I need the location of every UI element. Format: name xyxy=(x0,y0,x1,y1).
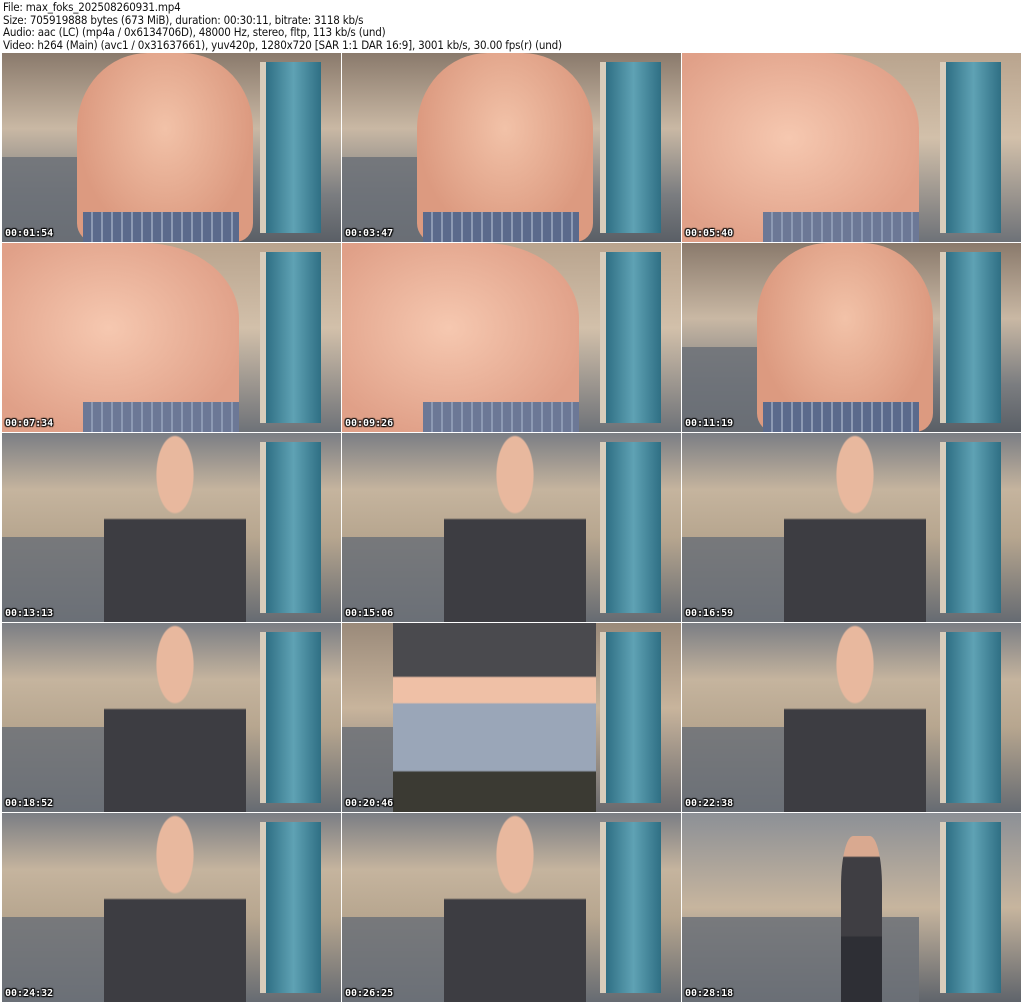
timestamp: 00:01:54 xyxy=(5,228,54,239)
timestamp: 00:26:25 xyxy=(345,988,394,999)
video-thumbnail: 00:20:46 xyxy=(342,623,681,812)
timestamp: 00:22:38 xyxy=(685,798,734,809)
video-thumbnail: 00:15:06 xyxy=(342,433,681,622)
timestamp: 00:13:13 xyxy=(5,608,54,619)
window-curtain xyxy=(600,252,661,423)
clothing xyxy=(423,211,580,242)
video-thumbnail: 00:18:52 xyxy=(2,623,341,812)
window-curtain xyxy=(940,632,1001,803)
clothing xyxy=(83,401,240,432)
person-figure xyxy=(103,813,247,1002)
person-figure xyxy=(783,623,927,812)
video-thumbnail: 00:09:26 xyxy=(342,243,681,432)
video-thumbnail: 00:28:18 xyxy=(682,813,1021,1002)
window-curtain xyxy=(260,442,321,613)
clothing xyxy=(763,401,920,432)
person-figure xyxy=(783,433,927,622)
file-info-header: File: max_foks_202508260931.mp4 Size: 70… xyxy=(3,1,562,51)
window-curtain xyxy=(940,442,1001,613)
video-thumbnail: 00:05:40 xyxy=(682,53,1021,242)
clothing xyxy=(83,211,240,242)
timestamp: 00:24:32 xyxy=(5,988,54,999)
video-thumbnail: 00:16:59 xyxy=(682,433,1021,622)
timestamp: 00:15:06 xyxy=(345,608,394,619)
person-figure xyxy=(443,433,587,622)
timestamp: 00:05:40 xyxy=(685,228,734,239)
video-thumbnail: 00:01:54 xyxy=(2,53,341,242)
person-figure xyxy=(443,813,587,1002)
timestamp: 00:11:19 xyxy=(685,418,734,429)
video-thumbnail: 00:03:47 xyxy=(342,53,681,242)
timestamp: 00:07:34 xyxy=(5,418,54,429)
window-curtain xyxy=(260,62,321,233)
window-curtain xyxy=(600,632,661,803)
window-curtain xyxy=(260,252,321,423)
timestamp: 00:28:18 xyxy=(685,988,734,999)
video-info: Video: h264 (Main) (avc1 / 0x31637661), … xyxy=(3,37,562,52)
window-curtain xyxy=(940,252,1001,423)
video-thumbnail: 00:24:32 xyxy=(2,813,341,1002)
person-figure xyxy=(103,433,247,622)
timestamp: 00:18:52 xyxy=(5,798,54,809)
person-figure xyxy=(103,623,247,812)
audio-info: Audio: aac (LC) (mp4a / 0x6134706D), 480… xyxy=(3,25,386,40)
clothing xyxy=(423,401,580,432)
window-curtain xyxy=(600,62,661,233)
timestamp: 00:20:46 xyxy=(345,798,394,809)
window-curtain xyxy=(260,632,321,803)
person-figure xyxy=(841,835,882,1002)
window-curtain xyxy=(600,442,661,613)
video-thumbnail: 00:07:34 xyxy=(2,243,341,432)
person-figure xyxy=(392,623,597,812)
file-name: File: max_foks_202508260931.mp4 xyxy=(3,0,181,14)
window-curtain xyxy=(260,822,321,993)
video-thumbnail: 00:13:13 xyxy=(2,433,341,622)
timestamp: 00:03:47 xyxy=(345,228,394,239)
video-thumbnail: 00:22:38 xyxy=(682,623,1021,812)
timestamp: 00:16:59 xyxy=(685,608,734,619)
timestamp: 00:09:26 xyxy=(345,418,394,429)
video-thumbnail: 00:26:25 xyxy=(342,813,681,1002)
video-thumbnail: 00:11:19 xyxy=(682,243,1021,432)
window-curtain xyxy=(940,62,1001,233)
window-curtain xyxy=(940,822,1001,993)
clothing xyxy=(763,211,920,242)
window-curtain xyxy=(600,822,661,993)
thumbnail-grid: 00:01:54 00:03:47 00:05:40 00:07:34 00:09:26… xyxy=(2,53,1021,1002)
